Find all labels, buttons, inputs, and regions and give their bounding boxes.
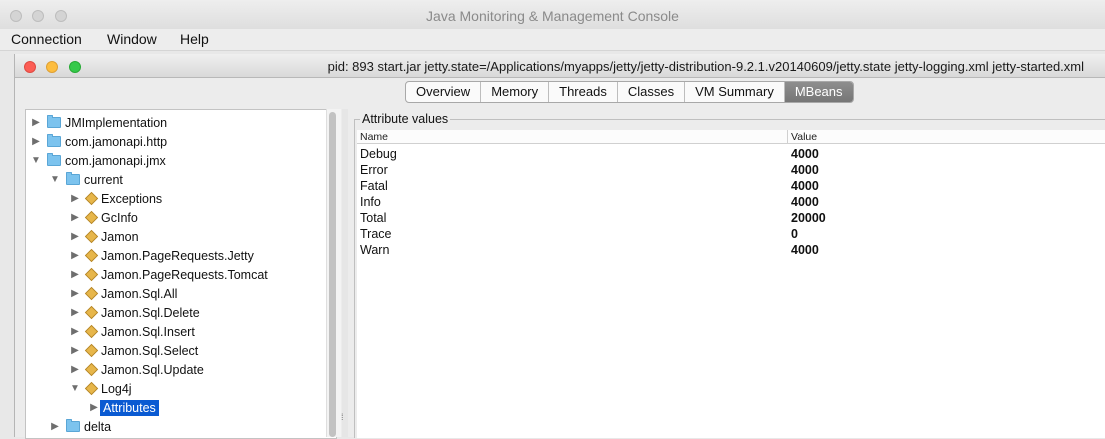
connection-title: pid: 893 start.jar jetty.state=/Applicat…: [327, 59, 1084, 74]
collapse-arrow-icon[interactable]: ▼: [30, 155, 42, 166]
expand-arrow-icon[interactable]: ▶: [69, 326, 81, 337]
attribute-value[interactable]: 0: [791, 227, 798, 241]
tree-node[interactable]: ▶ GcInfo: [69, 208, 138, 227]
attribute-name[interactable]: Error: [360, 163, 388, 177]
menu-connection[interactable]: Connection: [11, 31, 82, 47]
attribute-table: Name Value Debug 4000 Error 4000 Fatal 4…: [357, 130, 1105, 438]
attribute-name[interactable]: Fatal: [360, 179, 388, 193]
tree-node[interactable]: ▶ Jamon.Sql.Update: [69, 360, 204, 379]
tree-node[interactable]: ▼ Log4j: [69, 379, 132, 398]
close-button[interactable]: [24, 61, 36, 73]
tree-node[interactable]: ▶ Jamon.Sql.Select: [69, 341, 198, 360]
expand-arrow-icon[interactable]: ▶: [69, 364, 81, 375]
connection-title-bar: pid: 893 start.jar jetty.state=/Applicat…: [15, 54, 1105, 78]
expand-arrow-icon[interactable]: ▶: [69, 288, 81, 299]
mbean-icon: [84, 229, 99, 244]
tab-classes[interactable]: Classes: [618, 82, 686, 102]
minimize-button[interactable]: [46, 61, 59, 73]
attribute-value[interactable]: 4000: [791, 163, 819, 177]
folder-icon: [47, 115, 61, 128]
attribute-values-legend: Attribute values: [360, 112, 451, 126]
tree-node[interactable]: ▶ delta: [49, 417, 111, 436]
menu-bar: Connection Window Help: [0, 29, 1105, 51]
attribute-panel: Attribute values Name Value Debug 4000 E…: [350, 111, 1105, 438]
attribute-name[interactable]: Trace: [360, 227, 392, 241]
attribute-values-group: Attribute values Name Value Debug 4000 E…: [354, 112, 1105, 438]
expand-arrow-icon[interactable]: ▶: [69, 307, 81, 318]
attribute-value[interactable]: 20000: [791, 211, 826, 225]
expand-arrow-icon[interactable]: ▶: [30, 136, 42, 147]
folder-icon: [66, 172, 80, 185]
expand-arrow-icon[interactable]: ▶: [88, 402, 100, 413]
tree-node[interactable]: ▶ Jamon.PageRequests.Tomcat: [69, 265, 268, 284]
tab-mbeans[interactable]: MBeans: [784, 82, 853, 102]
collapse-arrow-icon[interactable]: ▼: [49, 174, 61, 185]
tab-vm-summary[interactable]: VM Summary: [685, 82, 785, 102]
mbean-icon: [84, 324, 99, 339]
folder-icon: [47, 134, 61, 147]
attribute-value[interactable]: 4000: [791, 179, 819, 193]
collapse-arrow-icon[interactable]: ▼: [69, 383, 81, 394]
attribute-value[interactable]: 4000: [791, 195, 819, 209]
tree-node-selected[interactable]: ▶ Attributes: [88, 398, 159, 417]
tree-node[interactable]: ▶ Jamon.Sql.Insert: [69, 322, 195, 341]
connection-window: pid: 893 start.jar jetty.state=/Applicat…: [14, 54, 1105, 439]
attribute-name[interactable]: Total: [360, 211, 386, 225]
column-header-name[interactable]: Name: [357, 130, 788, 144]
tree-scrollbar-thumb[interactable]: [329, 112, 336, 437]
tree-node[interactable]: ▶ JMImplementation: [30, 113, 167, 132]
expand-arrow-icon[interactable]: ▶: [69, 345, 81, 356]
tab-memory[interactable]: Memory: [481, 82, 550, 102]
mbean-icon: [84, 267, 99, 282]
mbean-icon: [84, 343, 99, 358]
tab-threads[interactable]: Threads: [549, 82, 618, 102]
mbean-icon: [84, 305, 99, 320]
expand-arrow-icon[interactable]: ▶: [69, 269, 81, 280]
expand-arrow-icon[interactable]: ▶: [69, 231, 81, 242]
expand-arrow-icon[interactable]: ▶: [30, 117, 42, 128]
tree-node[interactable]: ▶ Jamon.PageRequests.Jetty: [69, 246, 254, 265]
zoom-button[interactable]: [68, 61, 81, 73]
attribute-value[interactable]: 4000: [791, 243, 819, 257]
connection-window-controls: [24, 60, 87, 78]
attribute-name[interactable]: Debug: [360, 147, 397, 161]
folder-icon: [47, 153, 61, 166]
expand-arrow-icon[interactable]: ▶: [69, 250, 81, 261]
outer-title-bar: Java Monitoring & Management Console: [0, 0, 1105, 30]
tree-node[interactable]: ▶ Exceptions: [69, 189, 162, 208]
mbean-icon: [84, 362, 99, 377]
mbean-icon: [84, 191, 99, 206]
folder-icon: [66, 419, 80, 432]
mbean-tree: ▶ JMImplementation ▶ com.jamonapi.http ▼ co…: [25, 109, 337, 439]
split-pane-divider[interactable]: [342, 109, 348, 437]
mbean-icon: [84, 381, 99, 396]
mbean-icon: [84, 248, 99, 263]
menu-window[interactable]: Window: [107, 31, 157, 47]
attribute-name[interactable]: Info: [360, 195, 381, 209]
column-header-value[interactable]: Value: [788, 130, 1105, 144]
tree-node[interactable]: ▶ Jamon: [69, 227, 138, 246]
tab-overview[interactable]: Overview: [406, 82, 482, 102]
attribute-value[interactable]: 4000: [791, 147, 819, 161]
expand-arrow-icon[interactable]: ▶: [69, 193, 81, 204]
tree-node[interactable]: ▶ com.jamonapi.http: [30, 132, 167, 151]
tree-node[interactable]: ▼ current: [49, 170, 123, 189]
tab-bar: Overview Memory Threads Classes VM Summa…: [405, 81, 854, 103]
menu-help[interactable]: Help: [180, 31, 209, 47]
expand-arrow-icon[interactable]: ▶: [49, 421, 61, 432]
mbean-icon: [84, 286, 99, 301]
tree-node[interactable]: ▼ com.jamonapi.jmx: [30, 151, 166, 170]
tree-node[interactable]: ▶ Jamon.Sql.All: [69, 284, 177, 303]
mbean-icon: [84, 210, 99, 225]
outer-window-title: Java Monitoring & Management Console: [426, 8, 679, 24]
tree-node[interactable]: ▶ Jamon.Sql.Delete: [69, 303, 200, 322]
split-pane-grip-icon[interactable]: ⁞: [341, 412, 344, 422]
attribute-name[interactable]: Warn: [360, 243, 389, 257]
expand-arrow-icon[interactable]: ▶: [69, 212, 81, 223]
